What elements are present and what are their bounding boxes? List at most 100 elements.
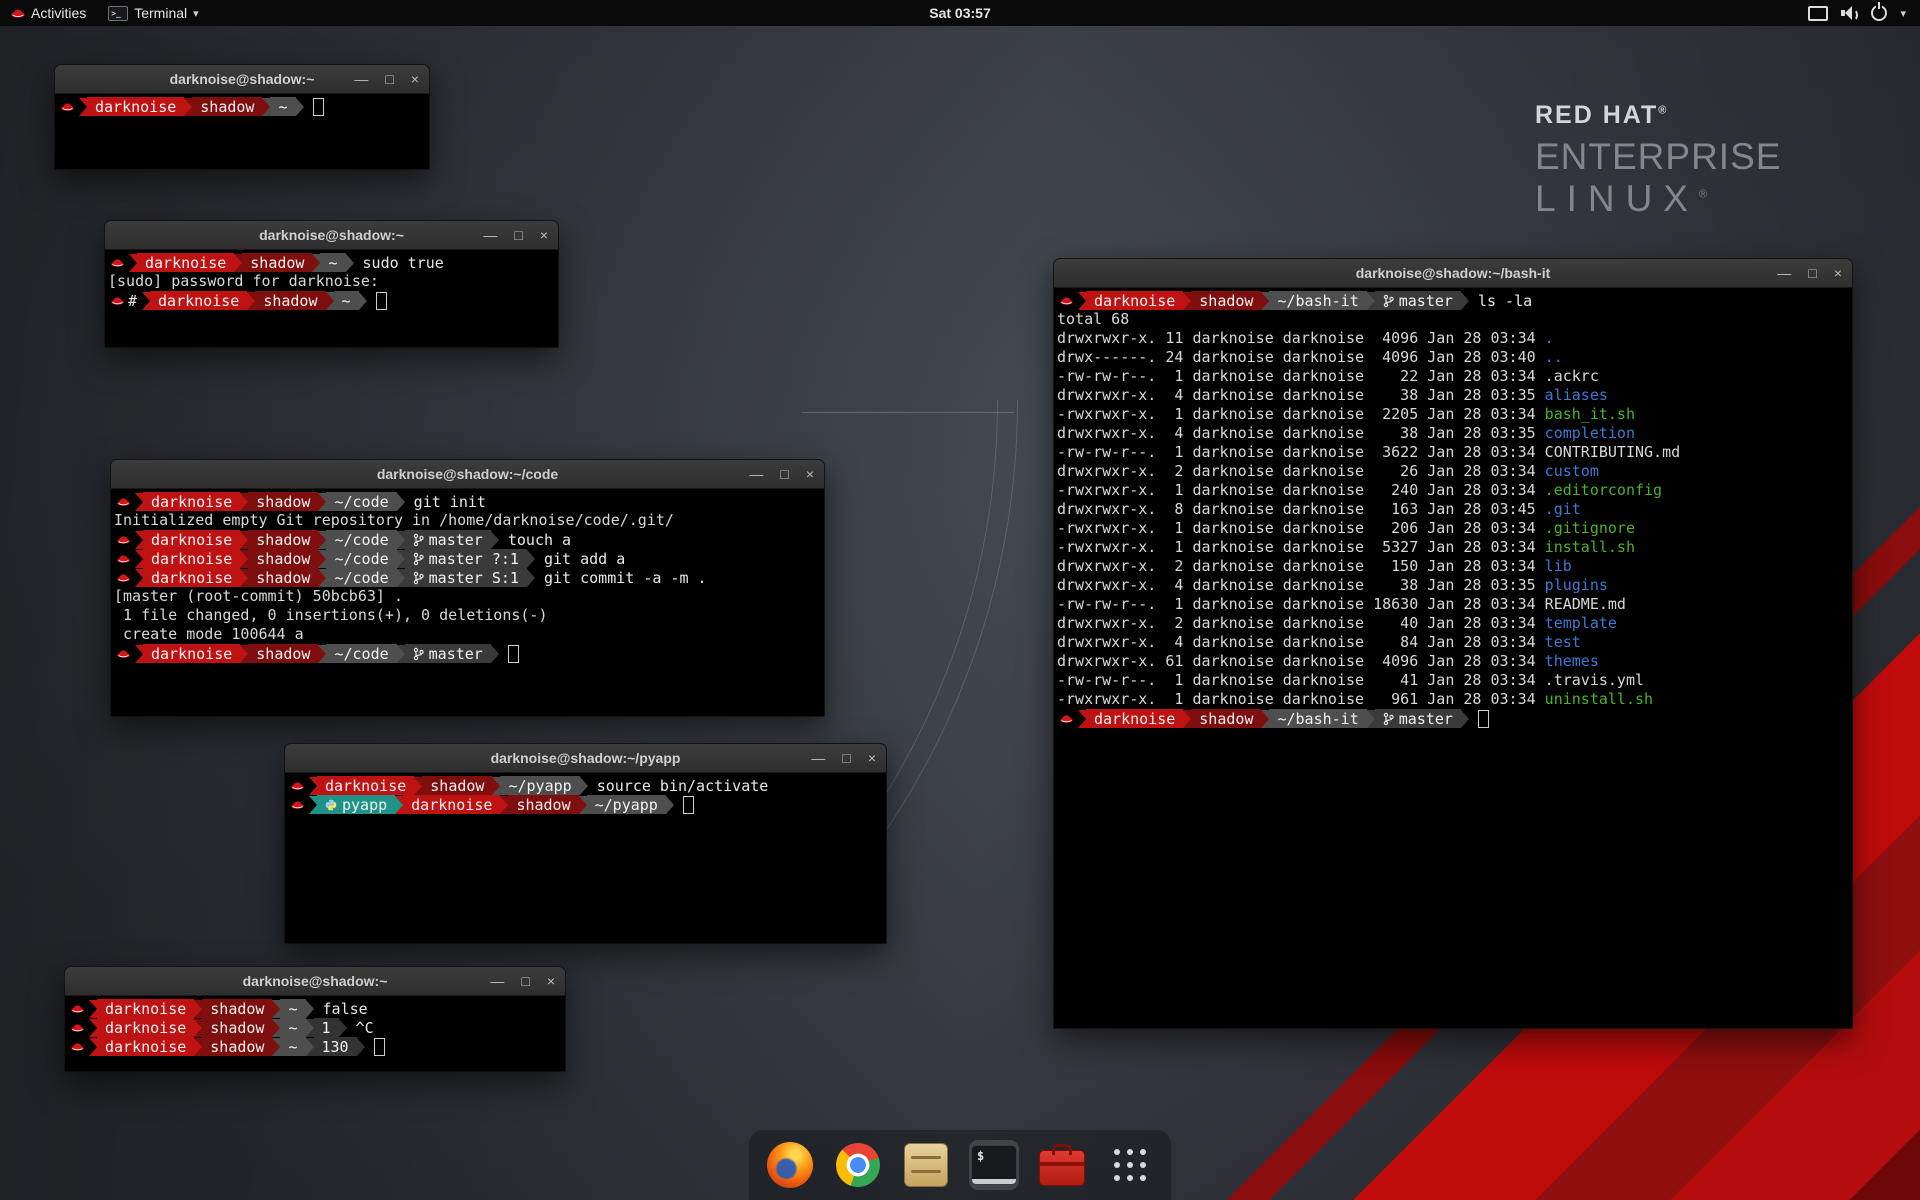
directory-name: .. [1545, 348, 1563, 366]
powerline-separator [397, 531, 405, 549]
terminal-content[interactable]: darknoiseshadow~ [55, 94, 429, 169]
window-titlebar[interactable]: darknoise@shadow:~/pyapp — □ × [285, 744, 886, 773]
terminal-content[interactable]: darknoiseshadow~ sudo true[sudo] passwor… [105, 250, 558, 347]
output-line: drwxrwxr-x. 2 darknoise darknoise 26 Jan… [1057, 462, 1852, 481]
output-text: drwxrwxr-x. 2 darknoise darknoise 26 Jan… [1057, 462, 1545, 480]
window-title: darknoise@shadow:~/pyapp [491, 750, 681, 766]
close-button[interactable]: × [540, 228, 548, 242]
output-line: Initialized empty Git repository in /hom… [114, 511, 824, 530]
minimize-button[interactable]: — [749, 467, 763, 481]
dock-item-firefox[interactable] [765, 1140, 815, 1190]
dock-item-terminal[interactable]: $ [969, 1140, 1019, 1190]
terminal-window-5[interactable]: darknoise@shadow:~ — □ × darknoiseshadow… [64, 966, 566, 1072]
prompt-line: darknoiseshadow~ false [68, 999, 565, 1018]
prompt-segment: ~ [280, 1037, 305, 1056]
powerline-separator [318, 531, 326, 549]
dock-item-files[interactable] [901, 1140, 951, 1190]
close-button[interactable]: × [868, 751, 876, 765]
redhat-logo-icon [11, 7, 25, 19]
prompt-segment: pyapp [317, 795, 395, 814]
terminal-window-1[interactable]: darknoise@shadow:~ — □ × darknoiseshadow… [54, 64, 430, 170]
window-title: darknoise@shadow:~ [243, 973, 388, 989]
powerline-separator [135, 645, 143, 663]
show-apps-icon [1113, 1148, 1147, 1182]
output-line: drwxrwxr-x. 2 darknoise darknoise 40 Jan… [1057, 614, 1852, 633]
minimize-button[interactable]: — [1777, 266, 1791, 280]
window-titlebar[interactable]: darknoise@shadow:~ — □ × [105, 221, 558, 250]
prompt-segment: shadow [202, 1037, 272, 1056]
executable-name: bash_it.sh [1545, 405, 1635, 423]
powerline-separator [527, 550, 535, 568]
window-titlebar[interactable]: darknoise@shadow:~/code — □ × [111, 460, 824, 489]
terminal-content[interactable]: darknoiseshadow~/code git initInitialize… [111, 489, 824, 716]
output-line: drwxrwxr-x. 8 darknoise darknoise 163 Ja… [1057, 500, 1852, 519]
system-status-area[interactable]: ▾ [1798, 0, 1916, 26]
terminal-window-6[interactable]: darknoise@shadow:~/bash-it — □ × darknoi… [1053, 258, 1853, 1029]
powerline-separator [296, 98, 304, 116]
dock-item-chrome[interactable] [833, 1140, 883, 1190]
clock[interactable]: Sat 03:57 [929, 5, 990, 21]
powerline-separator [1078, 292, 1086, 310]
output-text: .travis.yml [1545, 671, 1644, 689]
minimize-button[interactable]: — [354, 72, 368, 86]
executable-name: .editorconfig [1545, 481, 1662, 499]
window-title: darknoise@shadow:~/bash-it [1356, 265, 1551, 281]
prompt-segment: darknoise [143, 644, 240, 663]
prompt-segment: darknoise [143, 530, 240, 549]
minimize-button[interactable]: — [483, 228, 497, 242]
terminal-content[interactable]: darknoiseshadow~ falsedarknoiseshadow~1 … [65, 996, 565, 1071]
close-button[interactable]: × [411, 72, 419, 86]
terminal-content[interactable]: darknoiseshadow~/pyapp source bin/activa… [285, 773, 886, 943]
output-line: [master (root-commit) 50bcb63] . [114, 587, 824, 606]
python-icon [325, 799, 337, 811]
firefox-icon [767, 1142, 813, 1188]
minimize-button[interactable]: — [811, 751, 825, 765]
close-button[interactable]: × [547, 974, 555, 988]
maximize-button[interactable]: □ [842, 751, 850, 765]
terminal-window-3[interactable]: darknoise@shadow:~/code — □ × darknoises… [110, 459, 825, 717]
maximize-button[interactable]: □ [1808, 266, 1816, 280]
prompt-segment: master [405, 644, 491, 663]
maximize-button[interactable]: □ [385, 72, 393, 86]
output-text: -rwxrwxr-x. 1 darknoise darknoise 206 Ja… [1057, 519, 1545, 537]
dock-item-software[interactable] [1037, 1140, 1087, 1190]
output-text: drwxrwxr-x. 61 darknoise darknoise 4096 … [1057, 652, 1545, 670]
powerline-separator [240, 569, 248, 587]
powerline-separator [240, 550, 248, 568]
minimize-button[interactable]: — [490, 974, 504, 988]
terminal-cursor [683, 796, 694, 814]
terminal-cursor [374, 1038, 385, 1056]
prompt-segment: darknoise [97, 999, 194, 1018]
window-titlebar[interactable]: darknoise@shadow:~/bash-it — □ × [1054, 259, 1852, 288]
terminal-app-icon: >_ [108, 6, 128, 21]
directory-name: custom [1545, 462, 1599, 480]
output-line: -rwxrwxr-x. 1 darknoise darknoise 240 Ja… [1057, 481, 1852, 500]
command-text: git add a [535, 550, 625, 568]
prompt-segment: darknoise [1086, 291, 1183, 310]
powerline-separator [397, 645, 405, 663]
powerline-separator [89, 1038, 97, 1056]
maximize-button[interactable]: □ [780, 467, 788, 481]
powerline-separator [1367, 292, 1375, 310]
prompt-segment: darknoise [97, 1037, 194, 1056]
terminal-window-4[interactable]: darknoise@shadow:~/pyapp — □ × darknoise… [284, 743, 887, 944]
prompt-segment: shadow [1191, 291, 1261, 310]
window-title: darknoise@shadow:~ [259, 227, 404, 243]
app-menu[interactable]: >_ Terminal ▾ [97, 0, 209, 26]
terminal-window-2[interactable]: darknoise@shadow:~ — □ × darknoiseshadow… [104, 220, 559, 348]
close-button[interactable]: × [806, 467, 814, 481]
dock-item-show-apps[interactable] [1105, 1140, 1155, 1190]
powerline-separator [129, 254, 137, 272]
maximize-button[interactable]: □ [521, 974, 529, 988]
terminal-cursor [313, 98, 324, 116]
prompt-segment: ~ [270, 97, 295, 116]
window-titlebar[interactable]: darknoise@shadow:~ — □ × [55, 65, 429, 94]
prompt-segment: ~ [334, 291, 359, 310]
maximize-button[interactable]: □ [514, 228, 522, 242]
activities-button[interactable]: Activities [0, 0, 97, 26]
window-titlebar[interactable]: darknoise@shadow:~ — □ × [65, 967, 565, 996]
prompt-icon-cell [68, 1018, 89, 1037]
close-button[interactable]: × [1834, 266, 1842, 280]
redhat-icon [71, 1041, 84, 1052]
terminal-content[interactable]: darknoiseshadow~/bash-itmaster ls -latot… [1054, 288, 1852, 1028]
